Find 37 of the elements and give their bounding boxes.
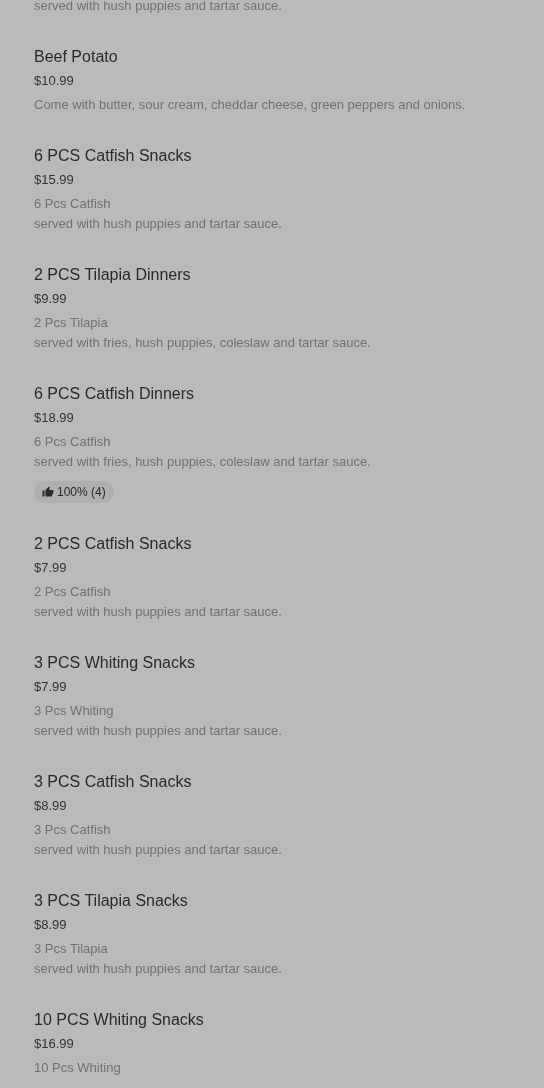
item-name[interactable]: 10 PCS Whiting Snacks — [34, 1008, 510, 1032]
item-price: $10.99 — [34, 72, 75, 90]
item-description: served with hush puppies and tartar sauce. — [34, 960, 283, 978]
item-description: served with hush puppies and tartar sauce. — [34, 722, 283, 740]
item-name[interactable]: 3 PCS Catfish Snacks — [34, 770, 510, 794]
item-price: $18.99 — [34, 409, 75, 427]
item-description: served with hush puppies and tartar sauce. — [34, 603, 283, 621]
item-description: 3 Pcs Whiting — [34, 702, 115, 720]
item-description: 2 Pcs Catfish — [34, 583, 112, 601]
item-price: $15.99 — [34, 171, 75, 189]
item-price: $8.99 — [34, 916, 68, 934]
item-description: 3 Pcs Catfish — [34, 821, 112, 839]
rating-text: 100% (4) — [57, 484, 106, 501]
item-description: 10 Pcs Whiting — [34, 1059, 122, 1077]
item-description: Come with butter, sour cream, cheddar cheese, green peppers and onions. — [34, 96, 467, 114]
item-name[interactable]: Beef Potato — [34, 45, 510, 69]
item-description: 6 Pcs Catfish — [34, 195, 112, 213]
item-name[interactable]: 3 PCS Whiting Snacks — [34, 651, 510, 675]
item-name[interactable]: 2 PCS Tilapia Dinners — [34, 263, 510, 287]
item-name[interactable]: 2 PCS Catfish Snacks — [34, 532, 510, 556]
item-description: 3 Pcs Tilapia — [34, 940, 109, 958]
item-description: served with fries, hush puppies, coleslaw and tartar sauce. — [34, 453, 372, 471]
item-name[interactable]: 3 PCS Tilapia Snacks — [34, 889, 510, 913]
item-description: 2 Pcs Tilapia — [34, 314, 109, 332]
item-price: $16.99 — [34, 1035, 75, 1053]
item-description: served with hush puppies and tartar sauce. — [34, 0, 283, 15]
item-price: $9.99 — [34, 290, 68, 308]
item-description: served with hush puppies and tartar sauce. — [34, 841, 283, 859]
item-price: $8.99 — [34, 797, 68, 815]
item-description: 6 Pcs Catfish — [34, 433, 112, 451]
item-name[interactable]: 6 PCS Catfish Snacks — [34, 144, 510, 168]
item-price: $7.99 — [34, 559, 68, 577]
item-description: served with hush puppies and tartar sauce. — [34, 215, 283, 233]
item-price: $7.99 — [34, 678, 68, 696]
thumbs-up-icon — [42, 486, 54, 498]
item-name[interactable]: 6 PCS Catfish Dinners — [34, 382, 510, 406]
item-description: served with fries, hush puppies, coleslaw and tartar sauce. — [34, 334, 372, 352]
